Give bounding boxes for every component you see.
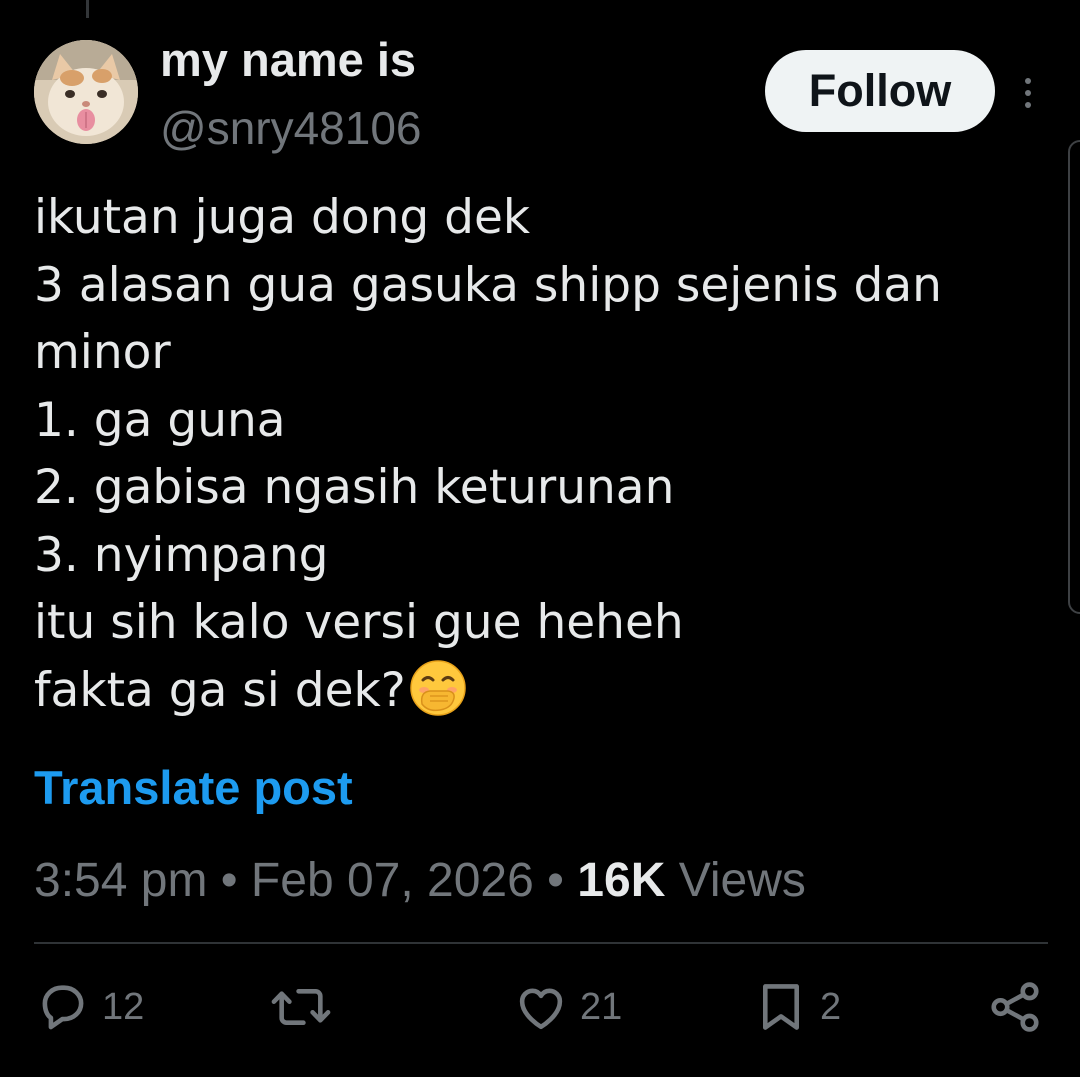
tweet-line: 3 alasan gua gasuka shipp sejenis dan [34,257,942,313]
like-count: 21 [580,986,623,1028]
meta-separator: • [207,854,251,907]
reply-count: 12 [102,986,145,1028]
follow-button[interactable]: Follow [765,50,995,132]
scrollbar-edge [1068,140,1080,614]
author-display-name[interactable]: my name is [160,34,416,86]
reply-icon [42,985,84,1030]
post-metadata: 3:54 pm • Feb 07, 2026 • 16K Views [34,853,806,909]
tweet-line: itu sih kalo versi gue heheh [34,595,684,650]
bookmark-icon [762,984,800,1030]
more-dot [1025,78,1031,84]
cat-avatar-image [34,40,138,144]
share-icon [991,982,1039,1032]
tweet-line: 3. nyimpang [34,527,329,583]
repost-icon [271,988,331,1026]
divider [34,942,1048,944]
tweet-line: ikutan juga dong dek [34,190,531,245]
translate-post-link[interactable]: Translate post [34,760,353,816]
tweet-last-line: fakta ga si dek? [34,657,1064,725]
tweet-text: ikutan juga dong dek 3 alasan gua gasuka… [34,184,1064,724]
face-with-hand-over-mouth-emoji [409,659,466,716]
like-button[interactable]: 21 [512,978,622,1036]
repost-button[interactable] [268,978,334,1036]
heart-icon [519,988,563,1030]
meta-separator: • [533,854,578,907]
tweet-line: fakta ga si dek? [34,662,406,718]
bookmark-count: 2 [820,986,842,1028]
more-dot [1025,90,1031,96]
views-count[interactable]: 16K [577,854,665,907]
post-date[interactable]: Feb 07, 2026 [251,854,534,907]
reply-button[interactable]: 12 [34,978,144,1036]
bookmark-button[interactable]: 2 [752,978,841,1036]
thread-connector-line [86,0,89,18]
tweet-line: 1. ga guna [34,392,286,448]
views-label[interactable]: Views [665,854,806,907]
tweet-line: 2. gabisa ngasih keturunan [34,460,675,515]
avatar[interactable] [34,40,138,144]
share-button[interactable] [986,978,1044,1036]
tweet-line: minor [34,325,171,380]
more-dot [1025,102,1031,108]
author-handle[interactable]: @snry48106 [160,102,422,154]
post-time[interactable]: 3:54 pm [34,854,207,907]
more-vertical-icon[interactable] [1010,68,1046,118]
